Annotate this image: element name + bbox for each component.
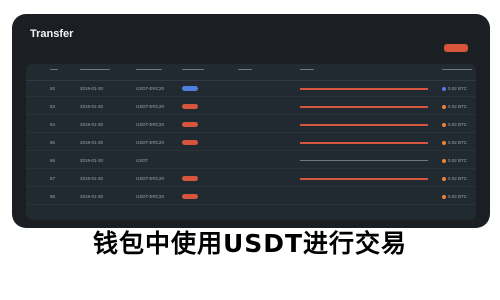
row-status bbox=[182, 189, 198, 204]
amount-text: 0.02 BTC bbox=[448, 122, 468, 127]
row-name: USDT-ERC20 bbox=[136, 86, 165, 91]
amount-text: 0.02 BTC bbox=[448, 86, 468, 91]
amount-text: 0.02 BTC bbox=[448, 140, 468, 145]
detail-bar bbox=[300, 141, 428, 144]
row-amount: 0.02 BTC bbox=[442, 189, 467, 204]
status-badge[interactable] bbox=[182, 122, 198, 127]
amount-wrapper: 0.02 BTC bbox=[442, 176, 467, 181]
detail-text bbox=[300, 160, 428, 161]
amount-wrapper: 0.02 BTC bbox=[442, 104, 467, 109]
row-amount: 0.02 BTC bbox=[442, 99, 467, 114]
coin-icon bbox=[442, 158, 446, 163]
transfer-window: Transfer 82 2019-01-30 USDT-ERC20 0.02 BTC 8… bbox=[12, 14, 490, 228]
row-id: 87 bbox=[50, 176, 56, 181]
detail-bar bbox=[300, 177, 428, 180]
row-status bbox=[182, 171, 198, 186]
amount-text: 0.02 BTC bbox=[448, 176, 468, 181]
row-id: 86 bbox=[50, 158, 56, 163]
row-amount: 0.02 BTC bbox=[442, 81, 467, 96]
row-id: 88 bbox=[50, 194, 56, 199]
row-amount: 0.02 BTC bbox=[442, 153, 467, 168]
row-id: 85 bbox=[50, 140, 56, 145]
table-row[interactable]: 88 2019-01-30 USDT-ERC20 0.02 BTC bbox=[26, 189, 476, 205]
action-button[interactable] bbox=[444, 44, 468, 52]
row-name: USDT-ERC20 bbox=[136, 122, 165, 127]
amount-wrapper: 0.02 BTC bbox=[442, 122, 467, 127]
row-id: 84 bbox=[50, 122, 56, 127]
amount-text: 0.02 BTC bbox=[448, 194, 468, 199]
detail-bar bbox=[300, 87, 428, 90]
page-title: Transfer bbox=[30, 28, 74, 40]
table-row[interactable]: 82 2019-01-30 USDT-ERC20 0.02 BTC bbox=[26, 81, 476, 97]
table-row[interactable]: 84 2019-01-30 USDT-ERC20 0.02 BTC bbox=[26, 117, 476, 133]
table-row[interactable]: 83 2019-01-30 USDT-ERC20 0.02 BTC bbox=[26, 99, 476, 115]
amount-wrapper: 0.02 BTC bbox=[442, 158, 467, 163]
coin-icon bbox=[442, 86, 446, 91]
detail-bar bbox=[300, 123, 428, 126]
table-row[interactable]: 87 2019-01-30 USDT-ERC20 0.02 BTC bbox=[26, 171, 476, 187]
banner-text: 钱包中使用USDT进行交易 bbox=[92, 229, 408, 258]
table-row[interactable]: 85 2019-01-30 USDT-ERC20 0.02 BTC bbox=[26, 135, 476, 151]
header-date[interactable] bbox=[80, 69, 110, 73]
row-status bbox=[182, 135, 198, 150]
amount-text: 0.02 BTC bbox=[448, 158, 468, 163]
status-badge[interactable] bbox=[182, 140, 198, 145]
row-date: 2019-01-30 bbox=[80, 104, 104, 109]
row-status bbox=[182, 99, 198, 114]
row-id: 83 bbox=[50, 104, 56, 109]
row-name: USDT-ERC20 bbox=[136, 176, 165, 181]
status-badge[interactable] bbox=[182, 86, 198, 91]
coin-icon bbox=[442, 104, 446, 109]
status-badge[interactable] bbox=[182, 194, 198, 199]
row-date: 2019-01-30 bbox=[80, 176, 104, 181]
row-detail bbox=[300, 153, 428, 168]
row-amount: 0.02 BTC bbox=[442, 117, 467, 132]
table-row[interactable]: 86 2019-01-30 USDT 0.02 BTC bbox=[26, 153, 476, 169]
row-status bbox=[182, 81, 198, 96]
coin-icon bbox=[442, 140, 446, 145]
banner-caption: 钱包中使用USDT进行交易 bbox=[0, 224, 500, 260]
row-date: 2019-01-30 bbox=[80, 122, 104, 127]
row-date: 2019-01-30 bbox=[80, 194, 104, 199]
amount-wrapper: 0.02 BTC bbox=[442, 86, 467, 91]
row-id: 82 bbox=[50, 86, 56, 91]
header-name[interactable] bbox=[136, 69, 162, 73]
header-type[interactable] bbox=[238, 69, 252, 73]
coin-icon bbox=[442, 122, 446, 127]
header-amount[interactable] bbox=[442, 69, 472, 73]
row-name: USDT-ERC20 bbox=[136, 194, 165, 199]
row-detail bbox=[300, 99, 428, 114]
coin-icon bbox=[442, 176, 446, 181]
row-date: 2019-01-30 bbox=[80, 140, 104, 145]
row-name: USDT bbox=[136, 158, 149, 163]
row-status bbox=[182, 117, 198, 132]
coin-icon bbox=[442, 194, 446, 199]
amount-wrapper: 0.02 BTC bbox=[442, 194, 467, 199]
row-name: USDT-ERC20 bbox=[136, 104, 165, 109]
row-detail bbox=[300, 135, 428, 150]
row-amount: 0.02 BTC bbox=[442, 135, 467, 150]
amount-wrapper: 0.02 BTC bbox=[442, 140, 467, 145]
header-id[interactable] bbox=[50, 69, 58, 73]
row-detail bbox=[300, 117, 428, 132]
detail-bar bbox=[300, 105, 428, 108]
header-status[interactable] bbox=[182, 69, 204, 73]
row-amount: 0.02 BTC bbox=[442, 171, 467, 186]
amount-text: 0.02 BTC bbox=[448, 104, 468, 109]
transfers-table: 82 2019-01-30 USDT-ERC20 0.02 BTC 83 2019-01-… bbox=[26, 64, 476, 220]
status-badge[interactable] bbox=[182, 104, 198, 109]
table-header bbox=[26, 64, 476, 81]
row-detail bbox=[300, 171, 428, 186]
row-detail bbox=[300, 81, 428, 96]
row-name: USDT-ERC20 bbox=[136, 140, 165, 145]
header-detail[interactable] bbox=[300, 69, 314, 73]
row-date: 2019-01-30 bbox=[80, 86, 104, 91]
row-date: 2019-01-30 bbox=[80, 158, 104, 163]
status-badge[interactable] bbox=[182, 176, 198, 181]
